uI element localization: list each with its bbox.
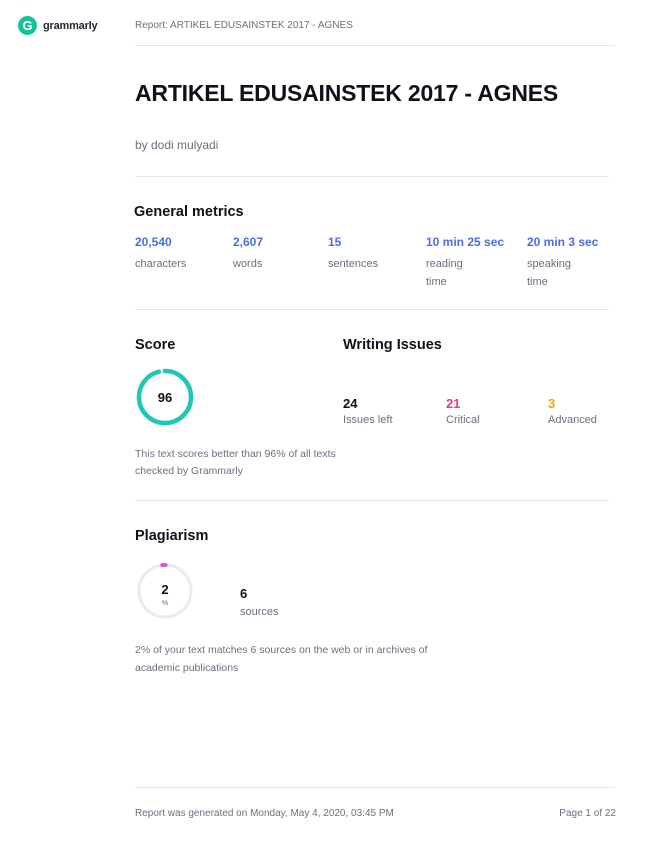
metric-words: 2,607 words bbox=[233, 235, 313, 273]
header-divider bbox=[135, 45, 615, 46]
metric-label: reading time bbox=[426, 258, 463, 288]
issue-count: 3 bbox=[548, 396, 556, 411]
metric-label: sentences bbox=[328, 258, 379, 270]
issue-label: Critical bbox=[446, 414, 480, 426]
general-metrics-heading: General metrics bbox=[134, 204, 244, 220]
metric-speaking-time: 20 min 3 sec speaking time bbox=[527, 235, 598, 291]
sources-label: sources bbox=[240, 606, 279, 618]
divider bbox=[135, 176, 609, 177]
report-header-title: Report: ARTIKEL EDUSAINSTEK 2017 - AGNES bbox=[135, 20, 353, 31]
issue-count: 24 bbox=[343, 396, 358, 411]
grammarly-g-icon: G bbox=[18, 16, 37, 35]
issues-left: 24 Issues left bbox=[343, 396, 393, 426]
score-value: 96 bbox=[157, 389, 173, 405]
plagiarism-value: 2 bbox=[161, 582, 169, 597]
document-title: ARTIKEL EDUSAINSTEK 2017 - AGNES bbox=[135, 80, 559, 106]
issue-label: Advanced bbox=[548, 414, 597, 426]
generated-date: Report was generated on Monday, May 4, 2… bbox=[135, 808, 394, 819]
divider bbox=[135, 500, 609, 501]
metric-reading-time: 10 min 25 sec reading time bbox=[426, 235, 504, 291]
metric-characters: 20,540 characters bbox=[135, 235, 215, 273]
issues-critical: 21 Critical bbox=[446, 396, 480, 426]
sources-count: 6 bbox=[240, 586, 248, 601]
metric-value: 20,540 bbox=[135, 235, 172, 249]
divider bbox=[135, 309, 609, 310]
plagiarism-unit: % bbox=[161, 600, 169, 607]
plagiarism-description: 2% of your text matches 6 sources on the… bbox=[135, 644, 428, 674]
document-author: by dodi mulyadi bbox=[135, 138, 219, 152]
metric-value: 20 min 3 sec bbox=[527, 235, 599, 249]
metric-value: 15 bbox=[328, 235, 342, 249]
metric-value: 2,607 bbox=[233, 235, 264, 249]
metric-label: words bbox=[233, 258, 263, 270]
writing-issues-heading: Writing Issues bbox=[343, 337, 442, 353]
grammarly-logo: G grammarly bbox=[18, 16, 98, 35]
issues-advanced: 3 Advanced bbox=[548, 396, 597, 426]
footer-divider bbox=[135, 787, 615, 788]
metric-value: 10 min 25 sec bbox=[426, 235, 505, 249]
page-number: Page 1 of 22 bbox=[559, 808, 616, 819]
score-description: This text scores better than 96% of all … bbox=[135, 448, 336, 477]
metric-sentences: 15 sentences bbox=[328, 235, 408, 273]
logo-text: grammarly bbox=[43, 19, 98, 32]
plagiarism-heading: Plagiarism bbox=[135, 528, 209, 544]
metric-label: characters bbox=[135, 258, 187, 270]
issue-label: Issues left bbox=[343, 414, 393, 426]
score-heading: Score bbox=[135, 337, 176, 353]
issue-count: 21 bbox=[446, 396, 461, 411]
metric-label: speaking time bbox=[527, 258, 572, 288]
